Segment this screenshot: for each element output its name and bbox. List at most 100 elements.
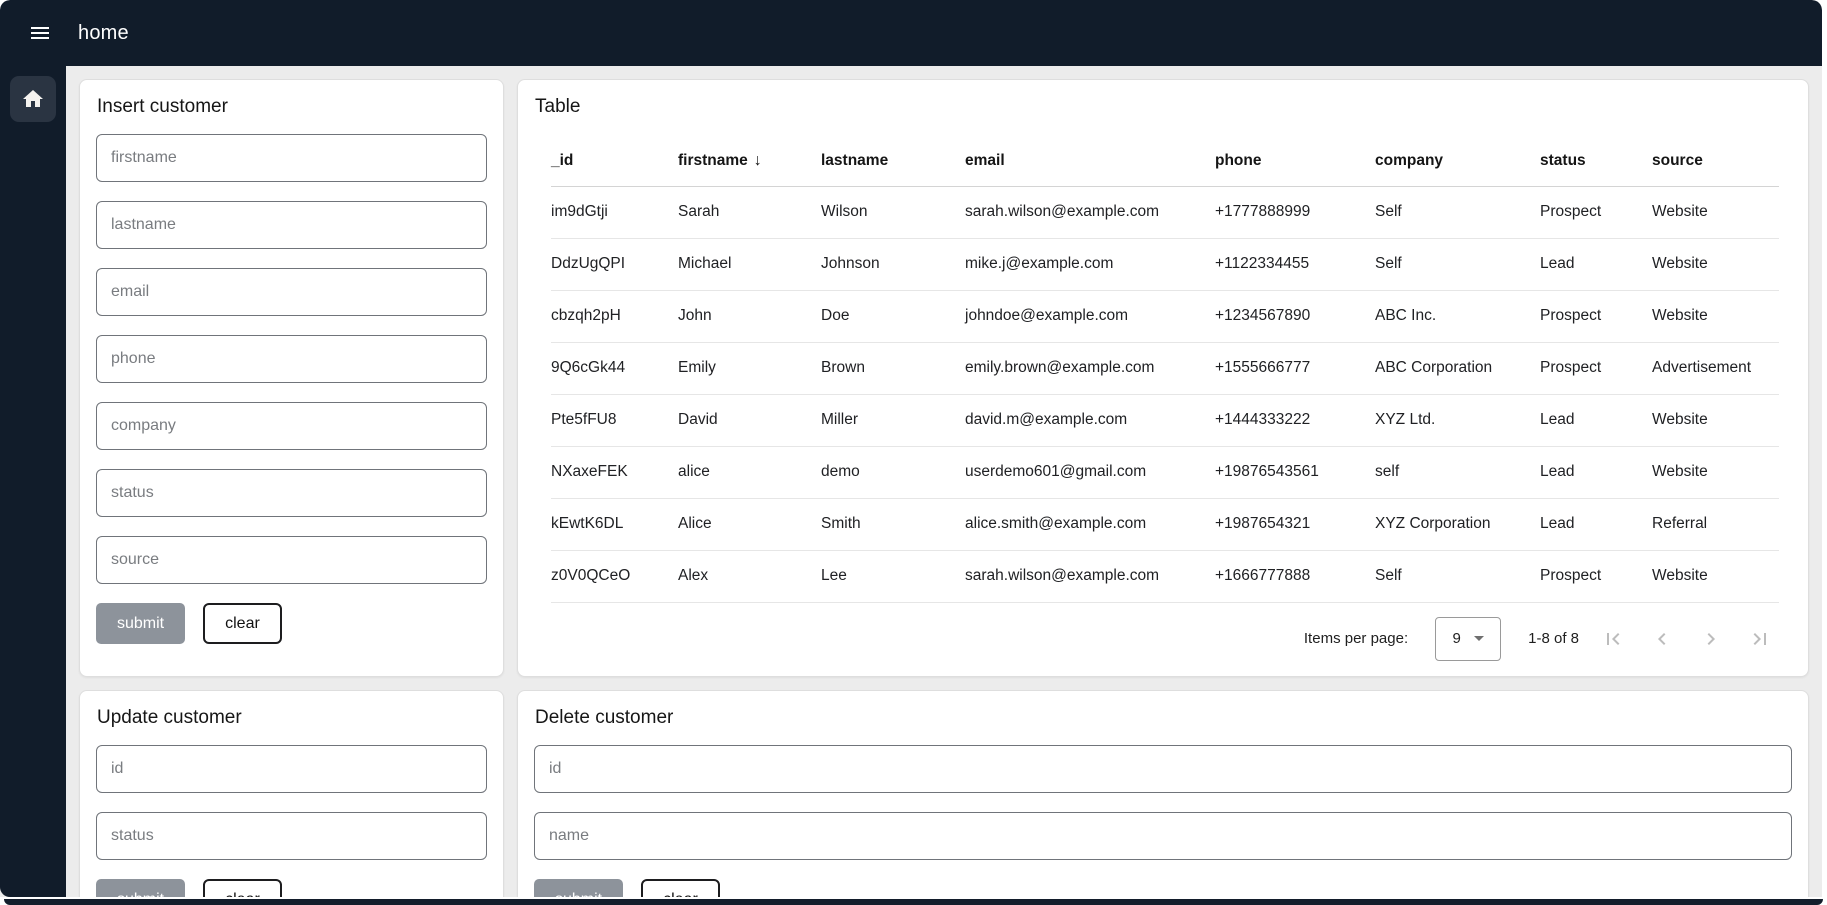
sidebar <box>0 66 66 897</box>
last-page-icon <box>1748 627 1772 651</box>
table-row[interactable]: 9Q6cGk44EmilyBrownemily.brown@example.co… <box>551 342 1779 394</box>
table-cell: Michael <box>678 238 821 290</box>
next-page-button[interactable] <box>1697 625 1725 653</box>
window-bottom-frame <box>4 899 1823 905</box>
insert-lastname-input[interactable] <box>96 201 487 249</box>
insert-status-input[interactable] <box>96 469 487 517</box>
table-cell: mike.j@example.com <box>965 238 1215 290</box>
update-customer-card: Update customer submit clear <box>79 690 504 897</box>
page-range-label: 1-8 of 8 <box>1528 630 1579 647</box>
first-page-button[interactable] <box>1599 625 1627 653</box>
table-cell: Lead <box>1540 394 1652 446</box>
topbar: home <box>0 0 1822 66</box>
table-cell: 9Q6cGk44 <box>551 342 678 394</box>
column-header-phone[interactable]: phone <box>1215 136 1375 186</box>
table-cell: userdemo601@gmail.com <box>965 446 1215 498</box>
column-header-lastname[interactable]: lastname <box>821 136 965 186</box>
insert-phone-input[interactable] <box>96 335 487 383</box>
sidebar-item-home[interactable] <box>10 76 56 122</box>
insert-email-input[interactable] <box>96 268 487 316</box>
last-page-button[interactable] <box>1746 625 1774 653</box>
table-cell: Johnson <box>821 238 965 290</box>
first-page-icon <box>1601 627 1625 651</box>
hamburger-icon <box>28 21 52 45</box>
table-cell: alice <box>678 446 821 498</box>
table-cell: sarah.wilson@example.com <box>965 186 1215 238</box>
items-per-page-label: Items per page: <box>1304 630 1408 647</box>
table-row[interactable]: z0V0QCeOAlexLeesarah.wilson@example.com+… <box>551 550 1779 602</box>
column-header-source[interactable]: source <box>1652 136 1779 186</box>
table-row[interactable]: DdzUgQPIMichaelJohnsonmike.j@example.com… <box>551 238 1779 290</box>
column-header-id[interactable]: _id <box>551 136 678 186</box>
items-per-page-select[interactable]: 9 <box>1435 617 1501 661</box>
table-cell: NXaxeFEK <box>551 446 678 498</box>
table-cell: Doe <box>821 290 965 342</box>
table-cell: +1234567890 <box>1215 290 1375 342</box>
table-cell: Prospect <box>1540 550 1652 602</box>
table-cell: Self <box>1375 550 1540 602</box>
home-icon <box>21 87 45 111</box>
table-cell: Lead <box>1540 498 1652 550</box>
table-cell: +1987654321 <box>1215 498 1375 550</box>
delete-submit-button[interactable]: submit <box>534 879 623 897</box>
table-cell: David <box>678 394 821 446</box>
table-cell: Emily <box>678 342 821 394</box>
delete-name-input[interactable] <box>534 812 1792 860</box>
insert-clear-button[interactable]: clear <box>203 603 282 644</box>
column-header-firstname[interactable]: firstname↓ <box>678 136 821 186</box>
table-cell: Website <box>1652 394 1779 446</box>
table-paginator: Items per page: 9 1-8 of 8 <box>518 603 1808 675</box>
insert-firstname-input[interactable] <box>96 134 487 182</box>
table-cell: Brown <box>821 342 965 394</box>
insert-company-input[interactable] <box>96 402 487 450</box>
table-cell: Prospect <box>1540 342 1652 394</box>
chevron-left-icon <box>1650 627 1674 651</box>
delete-id-input[interactable] <box>534 745 1792 793</box>
table-cell: Website <box>1652 446 1779 498</box>
table-cell: emily.brown@example.com <box>965 342 1215 394</box>
table-row[interactable]: NXaxeFEKalicedemouserdemo601@gmail.com+1… <box>551 446 1779 498</box>
chevron-right-icon <box>1699 627 1723 651</box>
table-cell: Lead <box>1540 238 1652 290</box>
table-cell: +1666777888 <box>1215 550 1375 602</box>
table-cell: +1122334455 <box>1215 238 1375 290</box>
update-clear-button[interactable]: clear <box>203 879 282 897</box>
table-cell: +1555666777 <box>1215 342 1375 394</box>
table-cell: XYZ Corporation <box>1375 498 1540 550</box>
menu-toggle-button[interactable] <box>20 13 60 53</box>
insert-source-input[interactable] <box>96 536 487 584</box>
table-cell: johndoe@example.com <box>965 290 1215 342</box>
delete-card-title: Delete customer <box>518 691 1808 745</box>
update-id-input[interactable] <box>96 745 487 793</box>
delete-clear-button[interactable]: clear <box>641 879 720 897</box>
table-cell: Sarah <box>678 186 821 238</box>
table-cell: John <box>678 290 821 342</box>
table-cell: Alice <box>678 498 821 550</box>
column-header-email[interactable]: email <box>965 136 1215 186</box>
insert-card-title: Insert customer <box>80 80 503 134</box>
table-cell: Miller <box>821 394 965 446</box>
table-row[interactable]: im9dGtjiSarahWilsonsarah.wilson@example.… <box>551 186 1779 238</box>
table-cell: Referral <box>1652 498 1779 550</box>
table-cell: +19876543561 <box>1215 446 1375 498</box>
table-cell: Prospect <box>1540 290 1652 342</box>
insert-submit-button[interactable]: submit <box>96 603 185 644</box>
table-row[interactable]: Pte5fFU8DavidMillerdavid.m@example.com+1… <box>551 394 1779 446</box>
table-row[interactable]: cbzqh2pHJohnDoejohndoe@example.com+12345… <box>551 290 1779 342</box>
table-cell: ABC Inc. <box>1375 290 1540 342</box>
table-cell: Lee <box>821 550 965 602</box>
column-header-company[interactable]: company <box>1375 136 1540 186</box>
table-cell: im9dGtji <box>551 186 678 238</box>
table-cell: Prospect <box>1540 186 1652 238</box>
previous-page-button[interactable] <box>1648 625 1676 653</box>
table-cell: +1777888999 <box>1215 186 1375 238</box>
table-cell: sarah.wilson@example.com <box>965 550 1215 602</box>
column-header-status[interactable]: status <box>1540 136 1652 186</box>
table-row[interactable]: kEwtK6DLAliceSmithalice.smith@example.co… <box>551 498 1779 550</box>
update-status-input[interactable] <box>96 812 487 860</box>
delete-customer-card: Delete customer submit clear <box>517 690 1809 897</box>
table-cell: kEwtK6DL <box>551 498 678 550</box>
insert-customer-card: Insert customer submit clear <box>79 79 504 677</box>
main-content: Insert customer submit clear <box>66 66 1822 897</box>
update-submit-button[interactable]: submit <box>96 879 185 897</box>
